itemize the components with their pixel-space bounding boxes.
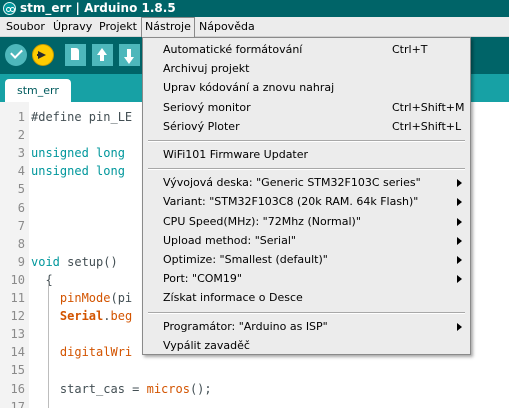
line-number: 3 <box>17 146 25 160</box>
menu-item-label: Získat informace o Desce <box>163 291 303 304</box>
menu-item-label: Upload method: "Serial" <box>163 234 296 247</box>
menu-item[interactable]: Vývojová deska: "Generic STM32F103C seri… <box>143 173 470 192</box>
new-icon[interactable] <box>65 44 86 66</box>
indent-guide <box>48 282 49 408</box>
menu-upravy[interactable]: Úpravy <box>50 17 95 37</box>
title-bar: stm_err | Arduino 1.8.5 <box>0 0 509 17</box>
menu-item[interactable]: Upload method: "Serial" <box>143 231 470 250</box>
tools-dropdown-menu: Automatické formátování Ctrl+T Archivuj pr… <box>142 37 471 355</box>
submenu-arrow-icon <box>457 237 462 245</box>
code-line: pinMode(pi <box>59 291 133 305</box>
menu-separator <box>148 168 465 170</box>
code-line: #define pin_LE <box>31 110 133 124</box>
menu-item[interactable]: Uprav kódování a znovu nahraj <box>143 78 470 97</box>
submenu-arrow-icon <box>457 256 462 264</box>
menu-nastroje[interactable]: Nástroje <box>141 17 195 38</box>
line-number: 10 <box>10 273 25 287</box>
code-line: digitalWri <box>59 345 133 359</box>
line-number: 13 <box>10 327 25 341</box>
menu-item-label: WiFi101 Firmware Updater <box>163 148 309 161</box>
code-line: { <box>31 273 53 287</box>
line-number-gutter: 1 2 3 4 5 6 7 8 9 10 11 12 13 14 15 16 17 <box>0 102 29 408</box>
submenu-arrow-icon <box>457 179 462 187</box>
menu-item-label: Vypálit zavaděč <box>163 339 250 352</box>
window-title: stm_err | Arduino 1.8.5 <box>20 1 176 15</box>
line-number: 11 <box>10 291 25 305</box>
menu-item[interactable]: Variant: "STM32F103C8 (20k RAM. 64k Flas… <box>143 192 470 211</box>
line-number: 2 <box>17 128 25 142</box>
menu-item-label: Automatické formátování <box>163 43 303 56</box>
submenu-arrow-icon <box>457 275 462 283</box>
tab-label: stm_err <box>17 84 59 97</box>
code-line: Serial.beg <box>59 309 133 323</box>
submenu-arrow-icon <box>457 323 462 331</box>
menu-item[interactable]: Port: "COM19" <box>143 269 470 288</box>
menu-item[interactable]: CPU Speed(MHz): "72Mhz (Normal)" <box>143 212 470 231</box>
line-number: 16 <box>10 382 25 396</box>
menu-item-label: Sériový Ploter <box>163 120 240 133</box>
open-icon[interactable] <box>92 44 113 66</box>
menu-item-shortcut: Ctrl+T <box>392 43 428 56</box>
code-line: void setup() <box>31 255 118 269</box>
line-number: 17 <box>10 400 25 408</box>
verify-icon[interactable] <box>5 44 27 66</box>
menu-bar: Soubor Úpravy Projekt Nástroje Nápověda <box>0 17 509 38</box>
menu-item[interactable]: Automatické formátování Ctrl+T <box>143 40 470 59</box>
menu-item[interactable]: WiFi101 Firmware Updater <box>143 145 470 164</box>
menu-item-label: CPU Speed(MHz): "72Mhz (Normal)" <box>163 215 361 228</box>
line-number: 8 <box>17 237 25 251</box>
line-number: 5 <box>17 182 25 196</box>
menu-item[interactable]: Seriový monitor Ctrl+Shift+M <box>143 98 470 117</box>
line-number: 15 <box>10 363 25 377</box>
menu-item-label: Vývojová deska: "Generic STM32F103C seri… <box>163 176 421 189</box>
menu-item-label: Uprav kódování a znovu nahraj <box>163 81 335 94</box>
save-icon[interactable] <box>119 44 140 66</box>
code-line: unsigned long <box>31 146 125 160</box>
menu-item[interactable]: Vypálit zavaděč <box>143 336 470 355</box>
line-number: 1 <box>17 110 25 124</box>
menu-soubor[interactable]: Soubor <box>3 17 48 37</box>
menu-item-label: Seriový monitor <box>163 101 251 114</box>
line-number: 6 <box>17 201 25 215</box>
code-line: start_cas = micros(); <box>31 382 212 396</box>
menu-item[interactable]: Sériový Ploter Ctrl+Shift+L <box>143 117 470 136</box>
line-number: 12 <box>10 309 25 323</box>
tab-stm-err[interactable]: stm_err <box>5 79 71 102</box>
submenu-arrow-icon <box>457 218 462 226</box>
menu-item-shortcut: Ctrl+Shift+M <box>392 101 465 114</box>
line-number: 4 <box>17 164 25 178</box>
menu-napoveda[interactable]: Nápověda <box>196 17 258 37</box>
menu-item[interactable]: Získat informace o Desce <box>143 288 470 307</box>
menu-item-label: Port: "COM19" <box>163 272 242 285</box>
menu-projekt[interactable]: Projekt <box>96 17 140 37</box>
upload-icon[interactable] <box>32 44 54 66</box>
line-number: 7 <box>17 219 25 233</box>
menu-separator <box>148 312 465 314</box>
menu-item-label: Optimize: "Smallest (default)" <box>163 253 328 266</box>
menu-item[interactable]: Programátor: "Arduino as ISP" <box>143 317 470 336</box>
menu-item-label: Archivuj projekt <box>163 62 250 75</box>
menu-separator <box>148 140 465 142</box>
arduino-logo-icon <box>3 2 16 15</box>
code-line: unsigned long <box>31 164 125 178</box>
submenu-arrow-icon <box>457 198 462 206</box>
menu-item-label: Programátor: "Arduino as ISP" <box>163 320 328 333</box>
menu-item[interactable]: Optimize: "Smallest (default)" <box>143 250 470 269</box>
menu-item-label: Variant: "STM32F103C8 (20k RAM. 64k Flas… <box>163 195 419 208</box>
line-number: 9 <box>17 255 25 269</box>
menu-item[interactable]: Archivuj projekt <box>143 59 470 78</box>
line-number: 14 <box>10 345 25 359</box>
menu-item-shortcut: Ctrl+Shift+L <box>392 120 462 133</box>
